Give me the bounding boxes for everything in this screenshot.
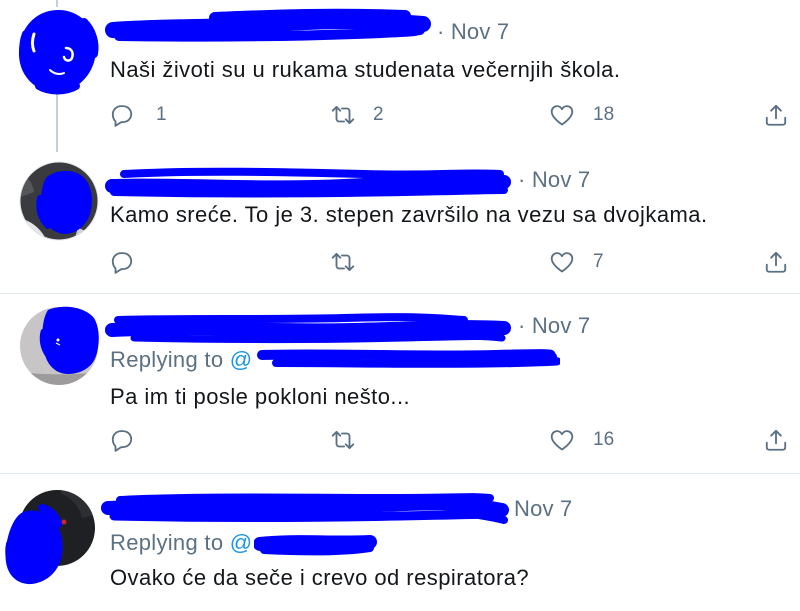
reply-icon [109, 249, 135, 275]
redacted-reply-handle[interactable] [254, 530, 378, 558]
reply-button[interactable]: 1 [109, 102, 169, 128]
share-icon [763, 249, 789, 275]
redacted-author-name[interactable] [100, 488, 512, 526]
tweet[interactable]: · Nov 7 Replying to @ Pa im ti posle pok… [0, 294, 800, 473]
avatar[interactable] [2, 484, 98, 588]
retweet-button[interactable] [330, 427, 356, 453]
tweet-timestamp: · Nov 7 [437, 19, 509, 45]
tweet-date[interactable]: Nov 7 [532, 313, 590, 338]
tweet-date[interactable]: Nov 7 [514, 496, 572, 521]
tweet-timestamp: · Nov 7 [518, 167, 590, 193]
share-button[interactable] [763, 102, 789, 128]
redacted-author-name[interactable] [104, 160, 514, 200]
retweet-icon [330, 249, 356, 275]
reply-handle-link[interactable]: @ [230, 347, 253, 372]
avatar[interactable] [18, 302, 100, 390]
share-icon [763, 427, 789, 453]
reply-handle-link[interactable]: @ [230, 530, 253, 555]
like-count: 7 [593, 251, 604, 272]
reply-count: 1 [156, 104, 167, 125]
avatar[interactable] [18, 158, 100, 244]
date-separator: · [518, 167, 526, 192]
retweet-button[interactable] [330, 249, 356, 275]
reply-button[interactable] [109, 427, 135, 453]
like-count: 16 [593, 429, 615, 450]
redacted-author-name[interactable] [104, 308, 514, 346]
tweet-timestamp: · Nov 7 [518, 313, 590, 339]
heart-icon [549, 102, 575, 128]
tweet-text: Kamo sreće. To je 3. stepen završilo na … [110, 202, 708, 227]
avatar[interactable] [14, 4, 100, 96]
like-button[interactable]: 18 [549, 102, 621, 128]
tweet-text: Ovako će da seče i crevo od respiratora? [110, 565, 530, 590]
like-count: 18 [593, 104, 615, 125]
date-separator: · [518, 313, 526, 338]
avatar-image [5, 490, 95, 585]
tweet[interactable]: · Nov 7 Naši životi su u rukama studenat… [0, 0, 800, 150]
twitter-thread: · Nov 7 Naši životi su u rukama studenat… [0, 0, 800, 611]
tweet-date[interactable]: Nov 7 [451, 19, 509, 44]
tweet-date[interactable]: Nov 7 [532, 167, 590, 192]
share-icon [763, 102, 789, 128]
replying-to-label: Replying to [110, 530, 224, 555]
redacted-reply-handle[interactable] [256, 343, 560, 371]
tweet[interactable]: Nov 7 Replying to @ Ovako će da seče i c… [0, 474, 800, 611]
retweet-button[interactable]: 2 [330, 102, 390, 128]
tweet-text: Pa im ti posle pokloni nešto... [110, 384, 411, 409]
share-button[interactable] [763, 249, 789, 275]
redacted-author-name[interactable] [105, 4, 435, 46]
share-button[interactable] [763, 427, 789, 453]
heart-icon [549, 249, 575, 275]
retweet-count: 2 [373, 104, 384, 125]
replying-to-label: Replying to [110, 347, 224, 372]
tweet-actions: 16 [0, 427, 800, 453]
like-button[interactable]: 16 [549, 427, 621, 453]
reply-icon [109, 102, 135, 128]
retweet-icon [330, 102, 356, 128]
reply-button[interactable] [109, 249, 135, 275]
replying-to: Replying to @ [110, 530, 252, 556]
replying-to: Replying to @ [110, 347, 252, 373]
tweet-actions: 7 [0, 249, 800, 275]
retweet-icon [330, 427, 356, 453]
heart-icon [549, 427, 575, 453]
avatar-image [18, 9, 99, 95]
like-button[interactable]: 7 [549, 249, 621, 275]
tweet-text: Naši životi su u rukama studenata večern… [110, 57, 621, 82]
tweet-actions: 1 2 18 [0, 102, 800, 128]
avatar-image [19, 161, 99, 241]
avatar-image [20, 306, 99, 385]
tweet[interactable]: · Nov 7 Kamo sreće. To je 3. stepen zavr… [0, 150, 800, 293]
tweet-timestamp: Nov 7 [514, 496, 572, 522]
reply-icon [109, 427, 135, 453]
date-separator: · [437, 19, 445, 44]
